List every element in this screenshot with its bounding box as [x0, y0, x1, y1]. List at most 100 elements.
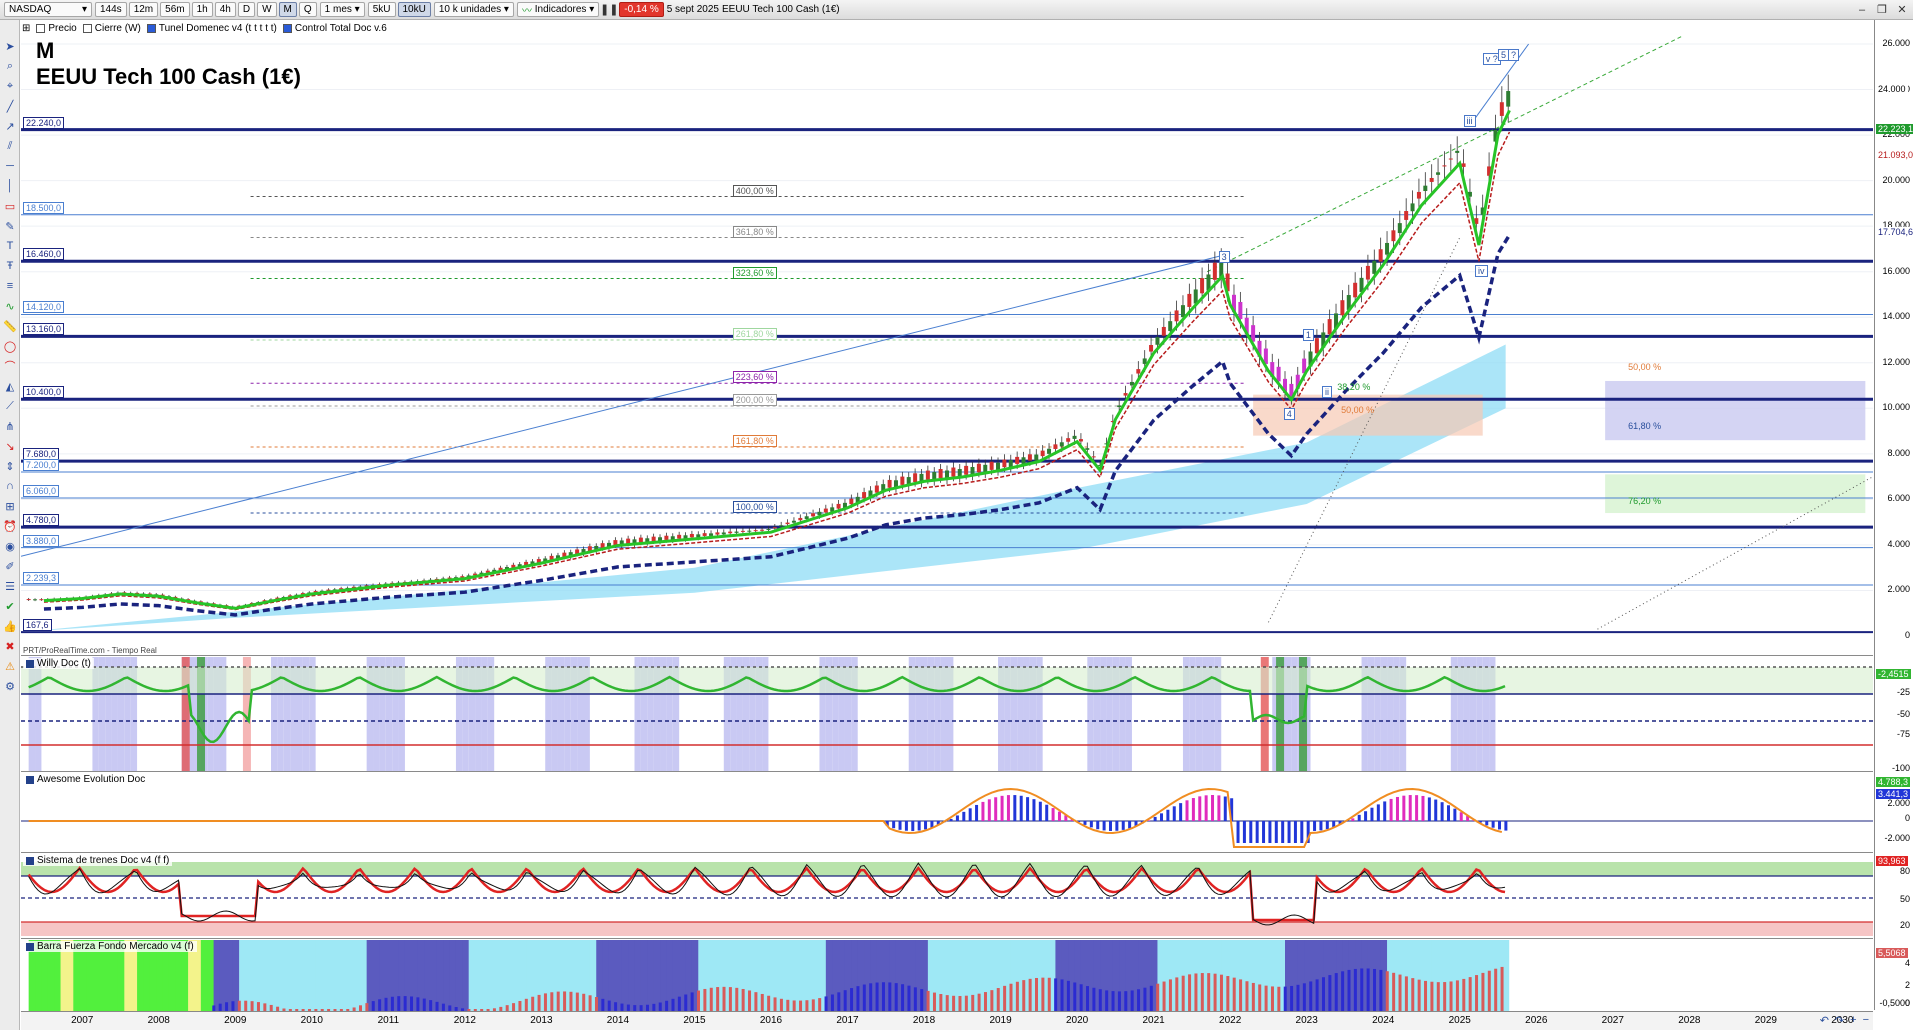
- warning-icon[interactable]: ⚠: [2, 658, 18, 674]
- awesome-bar: [1153, 816, 1157, 821]
- wave-icon[interactable]: ∿: [2, 298, 18, 314]
- settings-icon[interactable]: ⚙: [2, 678, 18, 694]
- barra-background: [640, 940, 649, 1011]
- layers-icon[interactable]: ☰: [2, 578, 18, 594]
- trenes-bottom-zone: [21, 922, 1873, 936]
- tab-tunel[interactable]: Tunel Domenec v4 (t t t t t): [146, 23, 277, 34]
- barra-bar: [1475, 975, 1479, 1011]
- timeframe-button[interactable]: 12m: [128, 2, 159, 17]
- vertical-line-icon[interactable]: │: [2, 178, 18, 194]
- measure-icon[interactable]: ⇕: [2, 458, 18, 474]
- barra-bar: [1041, 977, 1045, 1011]
- add-indicator-icon[interactable]: ⊞: [22, 23, 30, 34]
- ellipse-icon[interactable]: ◯: [2, 338, 18, 354]
- gann-icon[interactable]: ◭: [2, 378, 18, 394]
- checkbox[interactable]: [146, 23, 156, 33]
- arc-icon[interactable]: ⌒: [2, 358, 18, 374]
- unit-button[interactable]: 5kU: [367, 2, 396, 17]
- barra-bar: [244, 1000, 248, 1011]
- pause-icon[interactable]: ❚❚: [600, 3, 618, 17]
- cursor-icon[interactable]: ➤: [2, 38, 18, 54]
- projection-line: [1206, 36, 1684, 273]
- time-axis[interactable]: 2007 2008 2009 2010 2011 2012 2013 2014 2015 2016…: [21, 1011, 1873, 1030]
- checkbox[interactable]: [82, 23, 92, 33]
- barra-tag-2: -0,5000: [1879, 998, 1910, 1008]
- barra-background: [468, 940, 477, 1011]
- willy-tick: -75: [1896, 729, 1910, 739]
- awesome-pane[interactable]: Awesome Evolution Doc: [21, 773, 1873, 853]
- fan-icon[interactable]: ⟋: [2, 398, 18, 414]
- close-icon[interactable]: ✕: [1895, 3, 1909, 17]
- channel-icon[interactable]: ⫽: [2, 138, 18, 154]
- trenes-pane[interactable]: Sistema de trenes Doc v4 (f f): [21, 854, 1873, 939]
- arrow-icon[interactable]: ↘: [2, 438, 18, 454]
- awesome-bar: [1160, 813, 1164, 821]
- willy-chart[interactable]: [21, 657, 1873, 772]
- barra-chart[interactable]: [21, 940, 1873, 1011]
- restore-icon[interactable]: ❐: [1875, 3, 1889, 17]
- checkbox[interactable]: [36, 23, 46, 33]
- thumbs-up-icon[interactable]: 👍: [2, 618, 18, 634]
- candle-body: [1276, 366, 1281, 382]
- zoom-in-icon[interactable]: +: [1850, 1014, 1856, 1027]
- candle-body: [1034, 454, 1039, 461]
- timeframe-button[interactable]: Q: [298, 2, 317, 17]
- candle-body: [1187, 293, 1192, 307]
- candle-body: [1372, 260, 1377, 274]
- ruler-icon[interactable]: 📏: [2, 318, 18, 334]
- unit-button[interactable]: 10kU: [397, 2, 431, 17]
- minimize-icon[interactable]: –: [1855, 3, 1869, 17]
- rectangle-icon[interactable]: ▭: [2, 198, 18, 214]
- text-icon[interactable]: T: [2, 238, 18, 254]
- check-icon[interactable]: ✔: [2, 598, 18, 614]
- brush-icon[interactable]: ✐: [2, 558, 18, 574]
- price-axis[interactable]: 26.00024.00022.00020.00018.00016.00014.0…: [1874, 20, 1913, 1010]
- label-icon[interactable]: Ŧ: [2, 258, 18, 274]
- zoom-icon[interactable]: ⌕: [2, 58, 18, 74]
- awesome-bar: [1211, 795, 1215, 821]
- barra-bar: [556, 991, 560, 1011]
- eye-icon[interactable]: ◉: [2, 538, 18, 554]
- grid-icon[interactable]: ⊞: [2, 498, 18, 514]
- delete-icon[interactable]: ✖: [2, 638, 18, 654]
- pitchfork-icon[interactable]: ⋔: [2, 418, 18, 434]
- awesome-chart[interactable]: [21, 773, 1873, 853]
- tab-cierre[interactable]: Cierre (W): [82, 23, 141, 34]
- timeframe-button[interactable]: D: [237, 2, 256, 17]
- tab-control-total[interactable]: Control Total Doc v.6: [282, 23, 387, 34]
- ray-icon[interactable]: ↗: [2, 118, 18, 134]
- alert-icon[interactable]: ⏰: [2, 518, 18, 534]
- trenes-chart[interactable]: [21, 854, 1873, 939]
- symbol-selector[interactable]: NASDAQ ▾: [4, 2, 92, 17]
- indicators-button[interactable]: 〰 Indicadores ▾: [516, 2, 600, 17]
- barra-background: [487, 940, 496, 1011]
- awesome-bar: [1057, 811, 1061, 821]
- pen-icon[interactable]: ✎: [2, 218, 18, 234]
- timeframe-button[interactable]: M: [278, 2, 297, 17]
- horizontal-line-icon[interactable]: ─: [2, 158, 18, 174]
- units-select[interactable]: 10 k unidades ▾: [433, 2, 514, 17]
- retracement-label: 50,00 %: [1341, 405, 1375, 416]
- barra-bar: [263, 1003, 267, 1011]
- candle-body: [804, 516, 809, 519]
- timeframe-button[interactable]: 1h: [191, 2, 213, 17]
- barra-pane[interactable]: Barra Fuerza Fondo Mercado v4 (f): [21, 940, 1873, 1011]
- willy-pane[interactable]: Willy Doc (t): [21, 657, 1873, 772]
- trendline-icon[interactable]: ╱: [2, 98, 18, 114]
- tab-precio[interactable]: Precio: [36, 23, 77, 34]
- fibonacci-icon[interactable]: ≡: [2, 278, 18, 294]
- zoom-area-icon[interactable]: ⌖: [2, 78, 18, 94]
- candle-body: [823, 508, 828, 513]
- timeframe-button[interactable]: 4h: [214, 2, 236, 17]
- price-chart-pane[interactable]: M EEUU Tech 100 Cash (1€) 22.240,0 18.500…: [21, 36, 1873, 656]
- timeframe-button[interactable]: W: [257, 2, 277, 17]
- timeframe-button[interactable]: 56m: [160, 2, 190, 17]
- price-chart[interactable]: [21, 36, 1873, 656]
- magnet-icon[interactable]: ∩: [2, 478, 18, 494]
- period-selector[interactable]: 1 mes ▾: [319, 2, 365, 17]
- redo-icon[interactable]: ↷: [1835, 1014, 1844, 1027]
- timeframe-button[interactable]: 144s: [95, 2, 127, 17]
- zoom-out-icon[interactable]: −: [1863, 1014, 1869, 1027]
- checkbox[interactable]: [282, 23, 292, 33]
- undo-icon[interactable]: ↶: [1820, 1014, 1829, 1027]
